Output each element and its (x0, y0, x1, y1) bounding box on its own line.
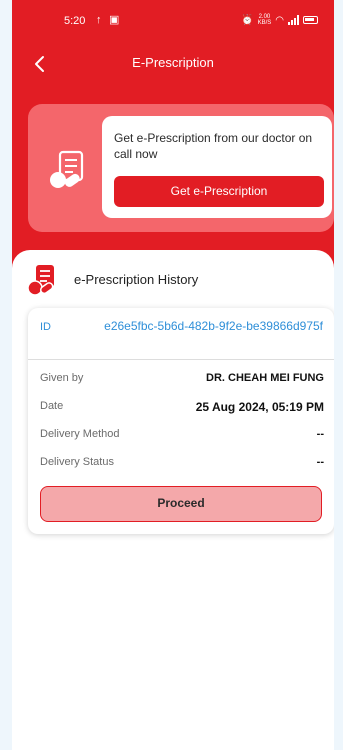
given-by-label: Given by (40, 372, 84, 384)
status-time: 5:20 (64, 15, 86, 27)
promo-banner: Get e-Prescription from our doctor on ca… (28, 104, 334, 232)
prescription-icon (27, 265, 54, 296)
prescription-icon (50, 150, 84, 188)
delivery-status-value: -- (316, 456, 324, 468)
proceed-button[interactable]: Proceed (40, 486, 322, 522)
delivery-status-label: Delivery Status (40, 456, 114, 468)
prescription-id[interactable]: e26e5fbc-5b6d-482b-9f2e-be39866d975f (68, 318, 323, 335)
status-icons: ⏰ 2.00 KB/S ◠ (241, 14, 318, 26)
delivery-method-row: Delivery Method -- (40, 428, 324, 444)
status-bar: 5:20 ↑ ▣ ⏰ 2.00 KB/S ◠ (12, 12, 334, 32)
network-speed: 2.00 KB/S (257, 14, 272, 26)
promo-text: Get e-Prescription from our doctor on ca… (114, 131, 313, 161)
prescription-history-section: e-Prescription History ID e26e5fbc-5b6d-… (12, 250, 334, 750)
date-value: 25 Aug 2024, 05:19 PM (195, 400, 324, 414)
page-title: E-Prescription (132, 55, 214, 70)
prescription-id-row: ID e26e5fbc-5b6d-482b-9f2e-be39866d975f (28, 308, 334, 360)
delivery-status-row: Delivery Status -- (40, 456, 324, 472)
signal-icon (288, 15, 299, 25)
given-by-value: DR. CHEAH MEI FUNG (206, 372, 324, 384)
battery-icon (303, 16, 318, 24)
app-notification-icon: ▣ (109, 14, 120, 26)
history-title: e-Prescription History (74, 272, 199, 287)
given-by-row: Given by DR. CHEAH MEI FUNG (40, 372, 324, 388)
app-screen: 5:20 ↑ ▣ ⏰ 2.00 KB/S ◠ E-Prescription Ge… (12, 0, 334, 750)
date-row: Date 25 Aug 2024, 05:19 PM (40, 400, 324, 416)
date-label: Date (40, 400, 64, 412)
alarm-icon: ⏰ (241, 14, 254, 26)
delivery-method-label: Delivery Method (40, 428, 120, 440)
get-e-prescription-button[interactable]: Get e-Prescription (114, 176, 324, 207)
wifi-icon: ◠ (275, 14, 284, 26)
promo-card: Get e-Prescription from our doctor on ca… (102, 116, 332, 218)
upload-arrow-icon: ↑ (96, 14, 102, 26)
id-label: ID (40, 321, 51, 333)
delivery-method-value: -- (316, 428, 324, 440)
prescription-card: ID e26e5fbc-5b6d-482b-9f2e-be39866d975f … (28, 308, 334, 534)
